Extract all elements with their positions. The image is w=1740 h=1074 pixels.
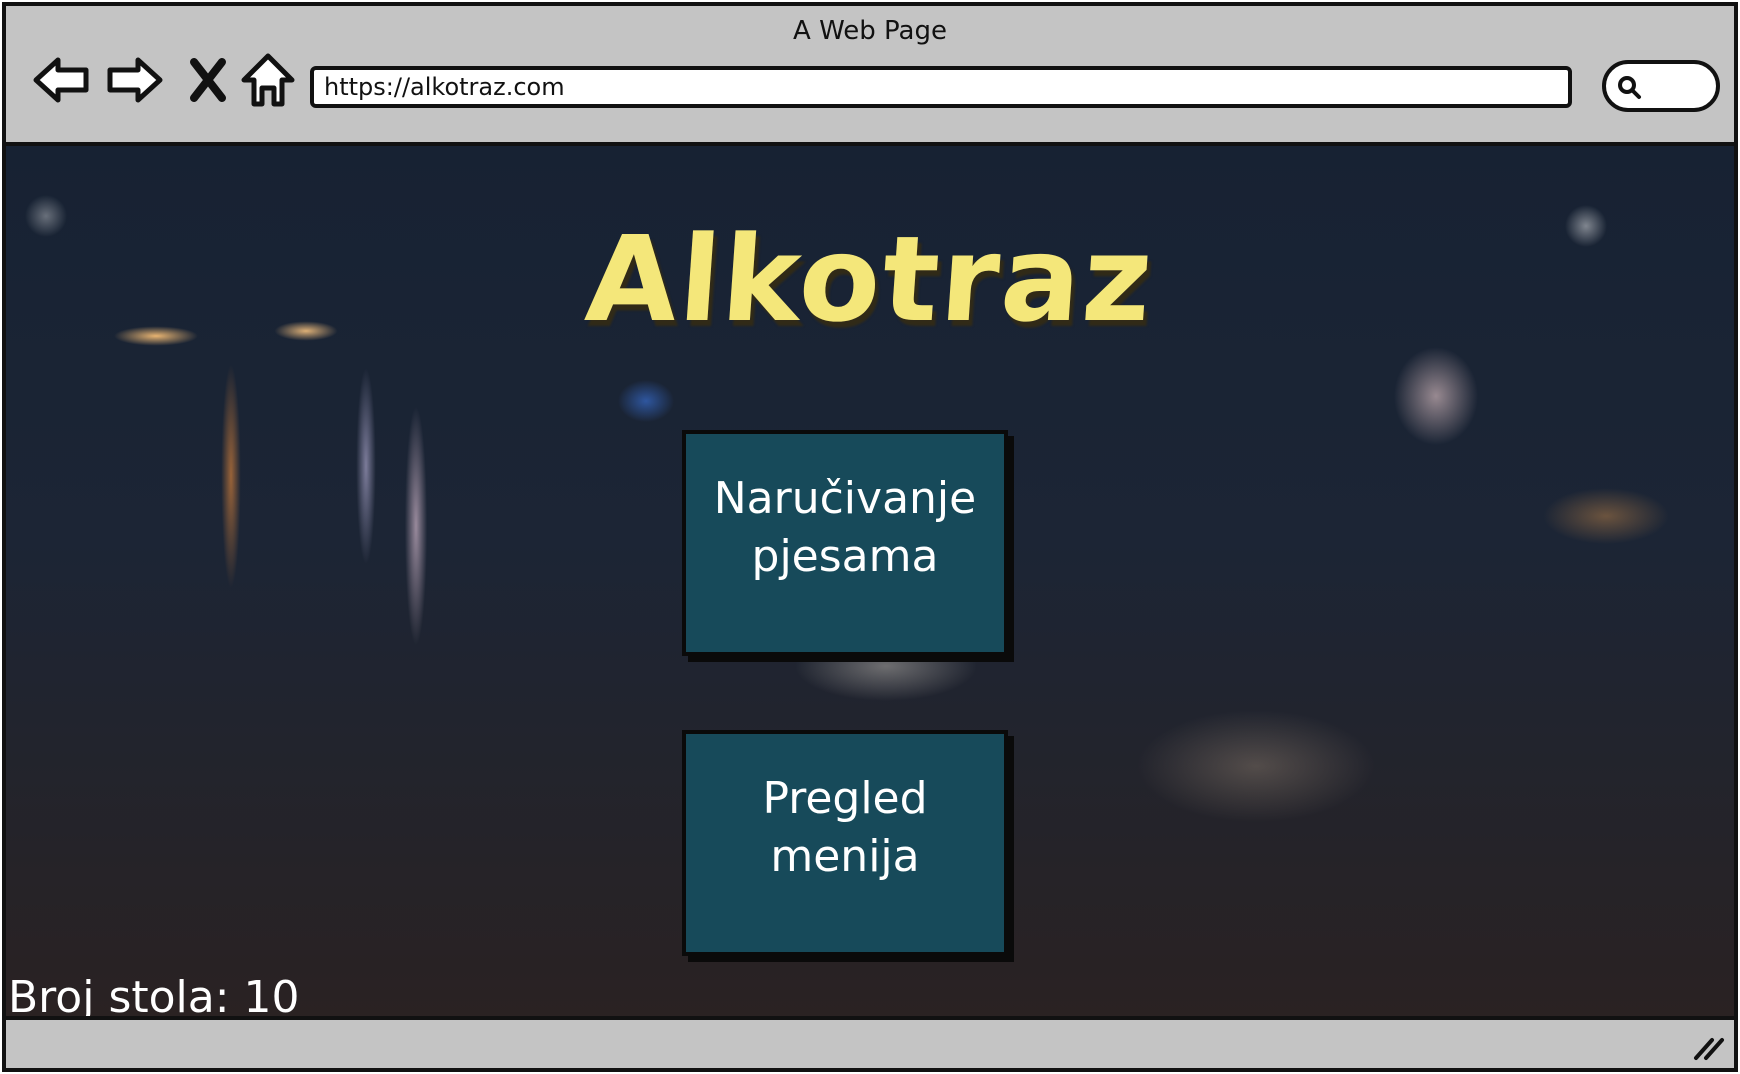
view-menu-label-line2: menija [770,831,920,882]
view-menu-button[interactable]: Pregled menija [682,730,1008,956]
back-arrow-icon[interactable] [32,50,92,110]
order-songs-label-line1: Naručivanje [713,473,977,524]
site-logo: Alkotraz [581,210,1159,348]
resize-grip-icon[interactable] [1690,1032,1726,1062]
address-bar[interactable]: https://alkotraz.com [310,66,1572,108]
forward-arrow-icon[interactable] [104,50,164,110]
search-icon [1618,76,1641,99]
status-bar [6,1016,1734,1068]
window-title: A Web Page [793,16,947,46]
close-icon[interactable] [178,50,238,110]
browser-chrome: A Web Page https://alkotraz.com [6,6,1734,146]
page-content: Alkotraz Naručivanje pjesama Pregled men… [6,146,1734,1024]
home-icon[interactable] [238,50,298,110]
order-songs-label-line2: pjesama [751,531,939,582]
browser-search-box[interactable] [1602,60,1720,112]
browser-window: A Web Page https://alkotraz.com Alkotraz… [2,2,1738,1072]
view-menu-label-line1: Pregled [762,773,928,824]
order-songs-button[interactable]: Naručivanje pjesama [682,430,1008,656]
